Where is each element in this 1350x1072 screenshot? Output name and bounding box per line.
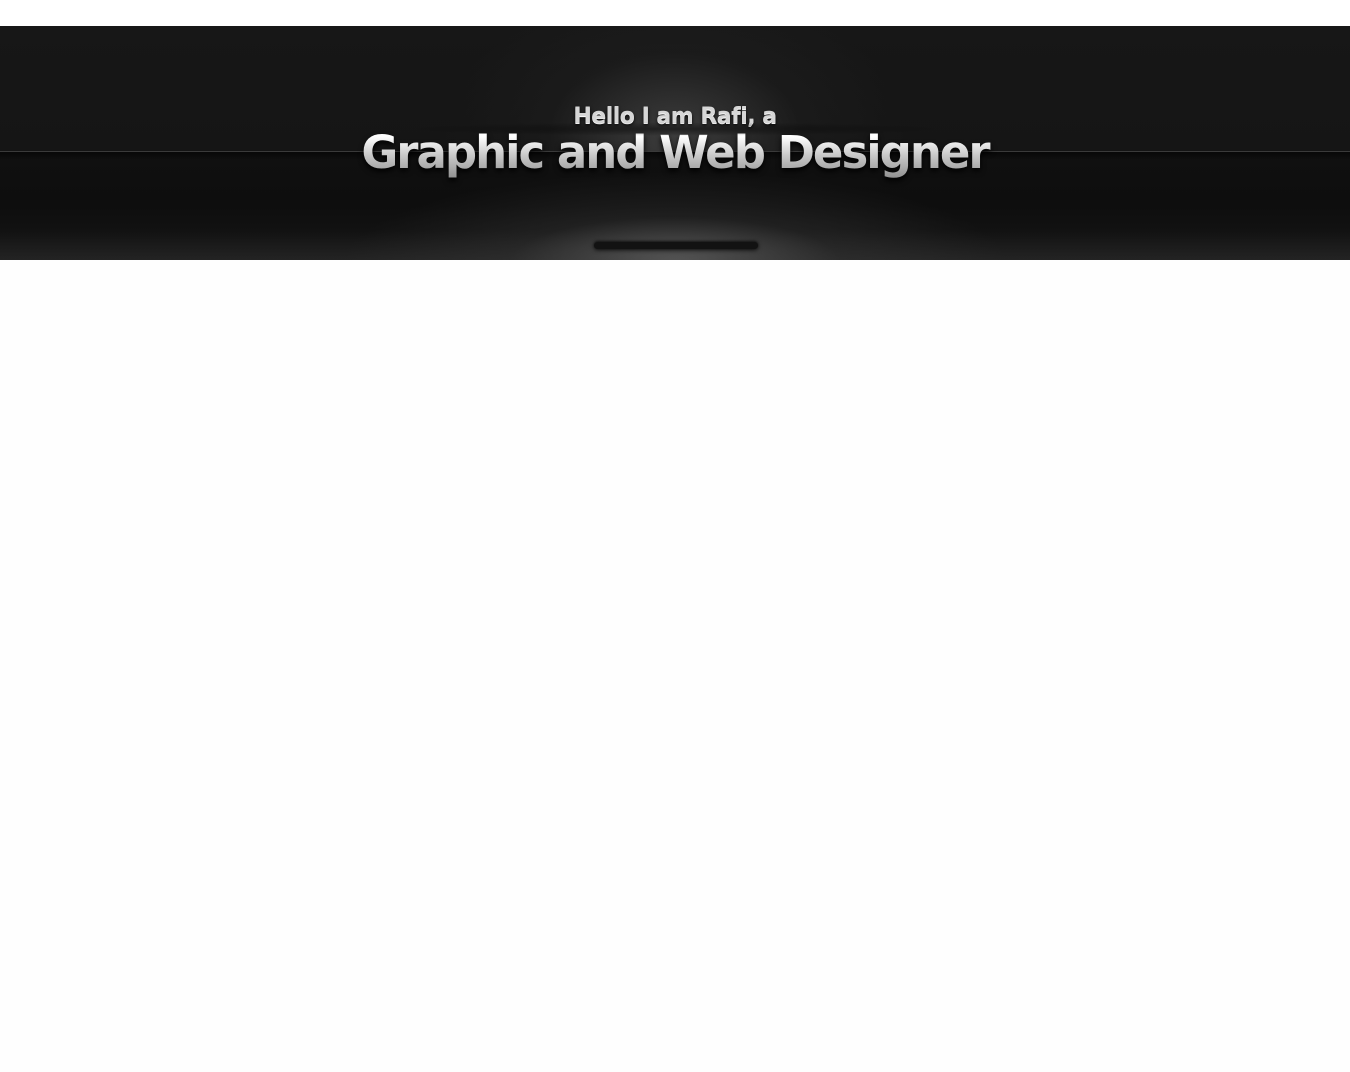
pedestal-bar bbox=[594, 242, 758, 249]
main-content-area bbox=[0, 260, 1350, 1072]
top-margin bbox=[0, 0, 1350, 26]
hero-banner: Hello I am Rafi, a Graphic and Web Desig… bbox=[0, 26, 1350, 260]
page: Hello I am Rafi, a Graphic and Web Desig… bbox=[0, 0, 1350, 1072]
headline-reflection-shadow bbox=[400, 122, 950, 136]
